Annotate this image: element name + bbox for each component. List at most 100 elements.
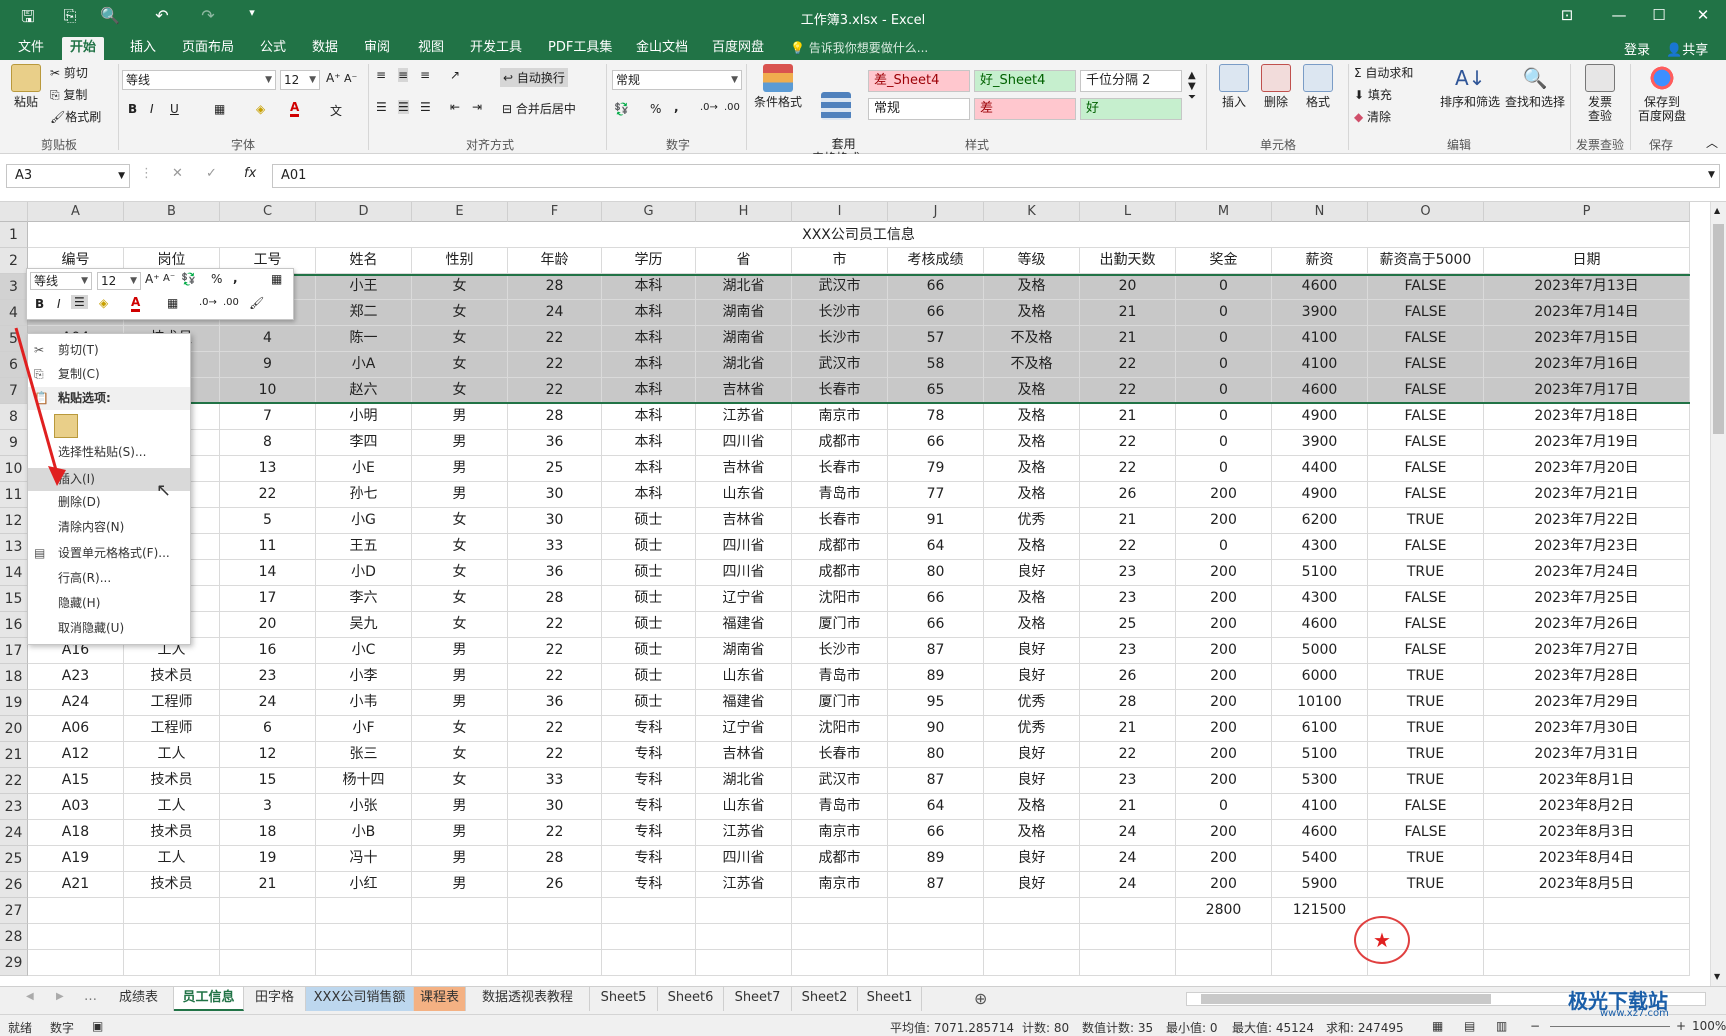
- cell[interactable]: 女: [412, 742, 508, 768]
- sheet-title-cell[interactable]: XXX公司员工信息: [28, 222, 1690, 248]
- ribbon-display-icon[interactable]: ⊡: [1552, 6, 1582, 24]
- close-button[interactable]: ✕: [1688, 6, 1718, 24]
- cell[interactable]: 10100: [1272, 690, 1368, 716]
- cell[interactable]: 90: [888, 716, 984, 742]
- mini-shrink-font-icon[interactable]: A⁻: [163, 273, 175, 284]
- cell[interactable]: 女: [412, 612, 508, 638]
- cell[interactable]: 青岛市: [792, 664, 888, 690]
- cell[interactable]: [28, 950, 124, 976]
- cell[interactable]: 20: [1080, 274, 1176, 300]
- mini-font-color-icon[interactable]: A: [131, 295, 141, 312]
- cell[interactable]: 及格: [984, 612, 1080, 638]
- cell[interactable]: 2023年7月13日: [1484, 274, 1690, 300]
- cell[interactable]: [1272, 950, 1368, 976]
- menu-row-height[interactable]: 行高(R)...: [28, 567, 190, 590]
- cell[interactable]: 小D: [316, 560, 412, 586]
- cell[interactable]: 男: [412, 482, 508, 508]
- cell[interactable]: 22: [508, 820, 602, 846]
- cell[interactable]: [1080, 898, 1176, 924]
- cell[interactable]: 200: [1176, 482, 1272, 508]
- tab-kingsoft-docs[interactable]: 金山文档: [628, 37, 696, 60]
- cell[interactable]: 2023年7月23日: [1484, 534, 1690, 560]
- cell[interactable]: 小E: [316, 456, 412, 482]
- cell[interactable]: FALSE: [1368, 430, 1484, 456]
- cell[interactable]: 硕士: [602, 534, 696, 560]
- cell[interactable]: [984, 950, 1080, 976]
- cell[interactable]: 张三: [316, 742, 412, 768]
- cell[interactable]: 优秀: [984, 716, 1080, 742]
- function-icon[interactable]: fx: [244, 166, 256, 181]
- column-header-e[interactable]: E: [412, 202, 508, 222]
- mini-font-combo[interactable]: 等线 ▼: [30, 272, 92, 290]
- cell[interactable]: 66: [888, 274, 984, 300]
- cell[interactable]: 辽宁省: [696, 586, 792, 612]
- cell[interactable]: 21: [1080, 716, 1176, 742]
- cell[interactable]: [1484, 950, 1690, 976]
- menu-format-cells[interactable]: ▤ 设置单元格格式(F)...: [28, 542, 190, 565]
- sheet-tab[interactable]: 员工信息: [174, 987, 244, 1011]
- cell[interactable]: 四川省: [696, 430, 792, 456]
- cell[interactable]: 200: [1176, 508, 1272, 534]
- cell[interactable]: 21: [1080, 300, 1176, 326]
- increase-decimal-icon[interactable]: .0→: [700, 102, 718, 113]
- cell[interactable]: 66: [888, 820, 984, 846]
- row-header[interactable]: 20: [0, 716, 28, 742]
- cell[interactable]: 厦门市: [792, 690, 888, 716]
- cell[interactable]: A12: [28, 742, 124, 768]
- cell[interactable]: 沈阳市: [792, 716, 888, 742]
- cell[interactable]: 2023年7月20日: [1484, 456, 1690, 482]
- cell[interactable]: 21: [1080, 508, 1176, 534]
- cell[interactable]: 89: [888, 664, 984, 690]
- cell[interactable]: 87: [888, 768, 984, 794]
- cell[interactable]: 硕士: [602, 612, 696, 638]
- cell[interactable]: 优秀: [984, 690, 1080, 716]
- cell[interactable]: 及格: [984, 274, 1080, 300]
- cell[interactable]: 武汉市: [792, 352, 888, 378]
- cell[interactable]: 硕士: [602, 586, 696, 612]
- cell[interactable]: 4900: [1272, 482, 1368, 508]
- tab-data[interactable]: 数据: [304, 37, 346, 60]
- column-header-d[interactable]: D: [316, 202, 412, 222]
- cell[interactable]: 4600: [1272, 612, 1368, 638]
- cell[interactable]: 22: [508, 612, 602, 638]
- cell[interactable]: 陈一: [316, 326, 412, 352]
- row-header[interactable]: 5: [0, 326, 28, 352]
- phonetic-icon[interactable]: 文: [330, 102, 342, 119]
- cell[interactable]: 小F: [316, 716, 412, 742]
- cell[interactable]: 22: [508, 742, 602, 768]
- column-header-n[interactable]: N: [1272, 202, 1368, 222]
- sheet-tab[interactable]: 田字格: [244, 987, 306, 1011]
- cell[interactable]: 女: [412, 352, 508, 378]
- cell[interactable]: 23: [1080, 560, 1176, 586]
- zoom-out-icon[interactable]: −: [1530, 1019, 1540, 1033]
- cell[interactable]: 小韦: [316, 690, 412, 716]
- cell[interactable]: 3900: [1272, 430, 1368, 456]
- cell[interactable]: 良好: [984, 638, 1080, 664]
- column-header-o[interactable]: O: [1368, 202, 1484, 222]
- mini-bold-icon[interactable]: B: [35, 297, 44, 311]
- cell[interactable]: [412, 898, 508, 924]
- cell[interactable]: 66: [888, 612, 984, 638]
- row-header[interactable]: 9: [0, 430, 28, 456]
- cell[interactable]: 18: [220, 820, 316, 846]
- row-header[interactable]: 19: [0, 690, 28, 716]
- cell[interactable]: 工人: [124, 794, 220, 820]
- align-left-icon[interactable]: ☰: [376, 100, 387, 114]
- cell[interactable]: 24: [1080, 820, 1176, 846]
- cell[interactable]: [412, 950, 508, 976]
- row-header[interactable]: 27: [0, 898, 28, 924]
- cell[interactable]: 优秀: [984, 508, 1080, 534]
- row-header[interactable]: 13: [0, 534, 28, 560]
- cell[interactable]: 200: [1176, 638, 1272, 664]
- cell[interactable]: 男: [412, 690, 508, 716]
- column-title-cell[interactable]: 学历: [602, 248, 696, 274]
- next-sheet-icon[interactable]: ▶: [56, 991, 64, 1002]
- column-title-cell[interactable]: 薪资: [1272, 248, 1368, 274]
- cell[interactable]: [1080, 924, 1176, 950]
- cell[interactable]: 本科: [602, 404, 696, 430]
- cell[interactable]: 四川省: [696, 846, 792, 872]
- row-header[interactable]: 25: [0, 846, 28, 872]
- cell[interactable]: 男: [412, 846, 508, 872]
- cell[interactable]: 小B: [316, 820, 412, 846]
- row-header[interactable]: 17: [0, 638, 28, 664]
